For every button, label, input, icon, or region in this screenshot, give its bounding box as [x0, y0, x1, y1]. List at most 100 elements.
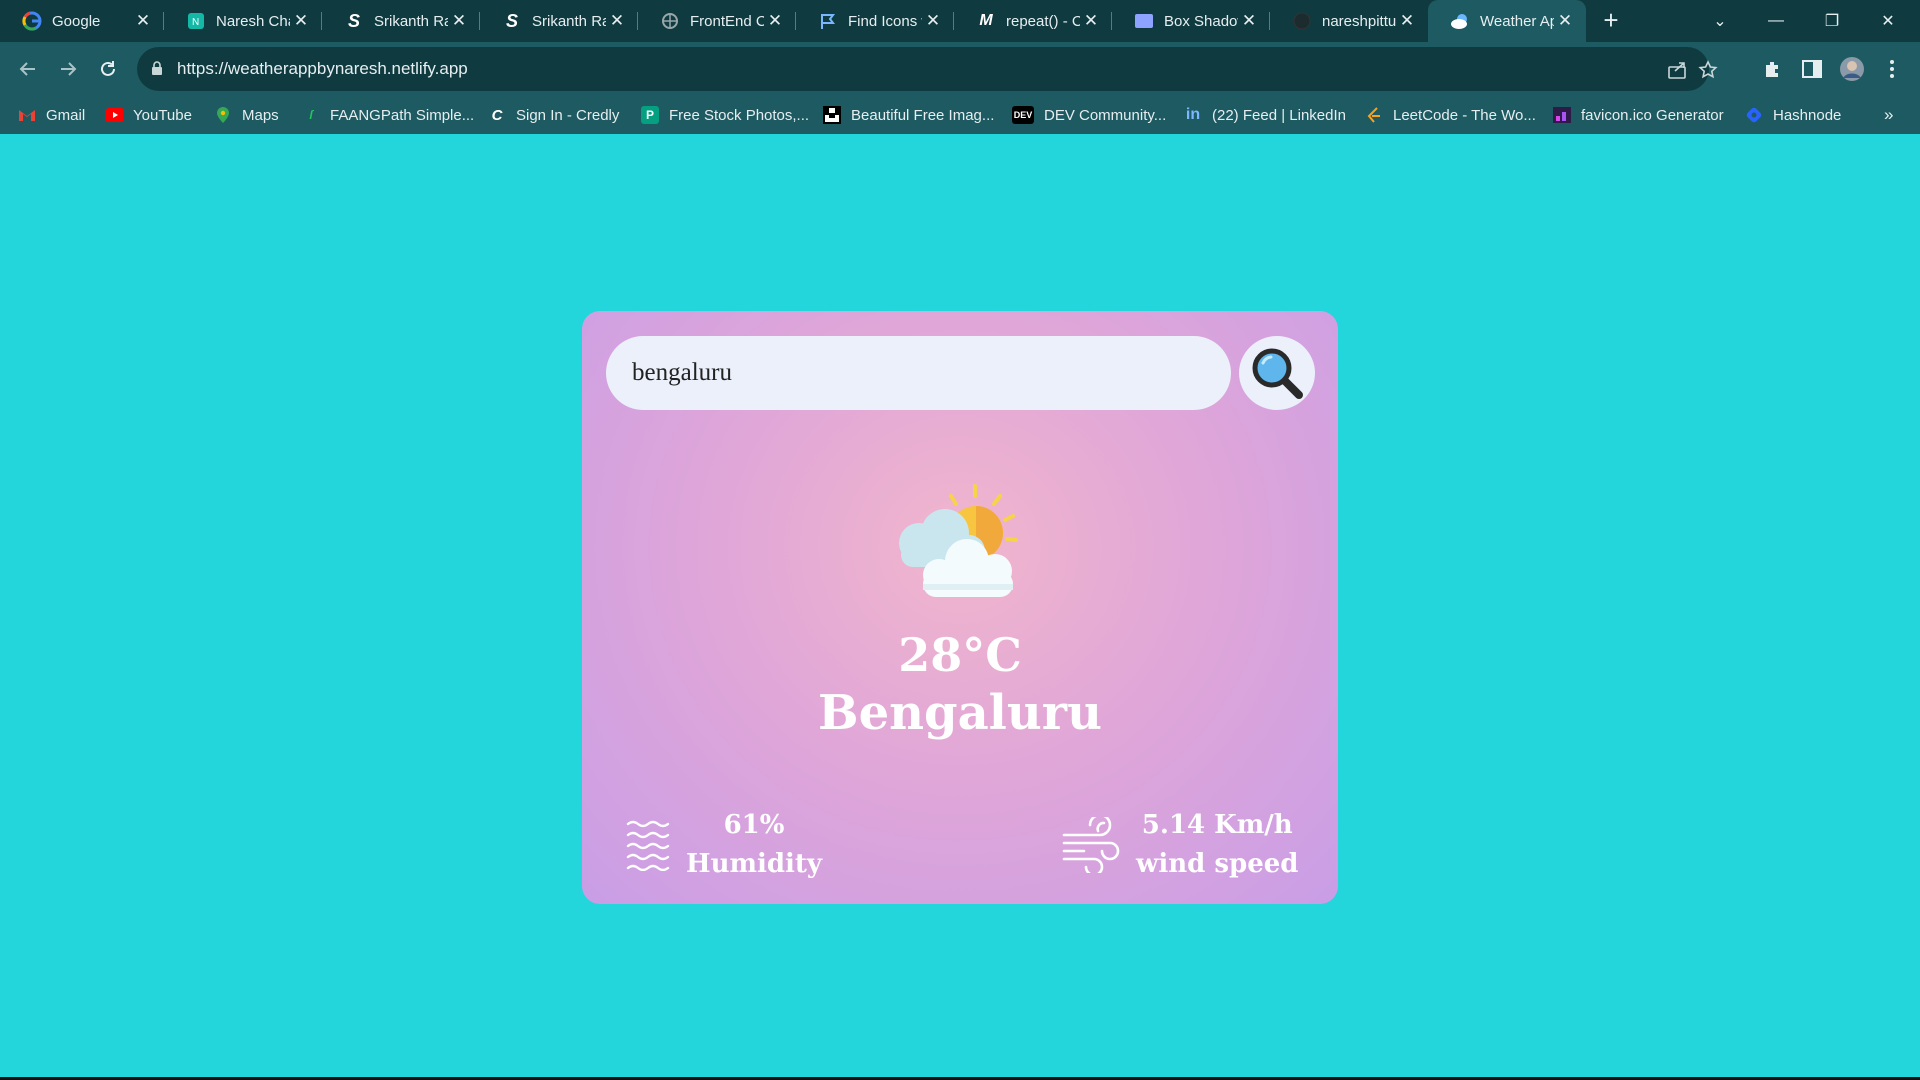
bookmark-pexels[interactable]: P Free Stock Photos,...	[641, 104, 809, 126]
address-bar[interactable]: https://weatherappbynaresh.netlify.app	[137, 47, 1718, 91]
minimize-button[interactable]: —	[1748, 0, 1804, 42]
bookmark-label: LeetCode - The Wo...	[1393, 106, 1536, 124]
extensions-icon[interactable]	[1759, 56, 1785, 82]
url-text[interactable]: https://weatherappbynaresh.netlify.app	[177, 59, 468, 79]
wind-value: 5.14 Km/h	[1141, 810, 1293, 840]
search-input[interactable]	[606, 336, 1231, 410]
youtube-icon	[105, 106, 123, 124]
tab-weather-app[interactable]: Weather App ✕	[1428, 0, 1586, 42]
humidity-value: 61%	[723, 810, 785, 840]
tab-frontend[interactable]: FrontEnd Code ✕	[638, 0, 796, 42]
close-icon[interactable]: ✕	[448, 10, 470, 32]
humidity-label: Humidity	[686, 849, 823, 879]
close-icon[interactable]: ✕	[922, 10, 944, 32]
share-icon[interactable]	[1666, 59, 1688, 81]
minimize-icon: —	[1768, 12, 1784, 29]
bookmark-faangpath[interactable]: ſ FAANGPath Simple...	[302, 104, 474, 126]
kebab-menu-icon[interactable]	[1879, 56, 1905, 82]
new-tab-button[interactable]: +	[1598, 7, 1624, 34]
bookmarks-bar: Gmail YouTube Maps ſ FAANGPath Simple...…	[0, 96, 1920, 134]
tab-title: nareshpittu	[1322, 12, 1396, 30]
bookmark-label: Beautiful Free Imag...	[851, 106, 995, 124]
linkedin-icon: in	[1185, 106, 1201, 123]
avatar[interactable]	[1839, 56, 1865, 82]
side-panel-icon[interactable]	[1799, 56, 1825, 82]
tab-search-button[interactable]: ⌄	[1692, 0, 1748, 42]
temperature: 28°C	[898, 628, 1022, 682]
close-window-button[interactable]: ✕	[1860, 0, 1916, 42]
tab-naresh[interactable]: N Naresh Chandra ✕	[164, 0, 322, 42]
humidity-icon	[626, 820, 670, 871]
close-icon[interactable]: ✕	[290, 10, 312, 32]
restore-button[interactable]: ❐	[1804, 0, 1860, 42]
lock-icon[interactable]	[151, 61, 163, 81]
bookmark-favicon[interactable]: favicon.ico Generator	[1553, 104, 1724, 126]
pexels-icon: P	[641, 106, 659, 124]
tab-title: Srikanth Ravi	[374, 12, 448, 30]
bookmark-label: Free Stock Photos,...	[669, 106, 810, 124]
tab-box-shadow[interactable]: Box Shadow ✕	[1112, 0, 1270, 42]
city-name: Bengaluru	[818, 685, 1102, 741]
partly-cloudy-icon	[899, 484, 1018, 597]
wind-text: 5.14 Km/h wind speed	[1136, 806, 1298, 884]
bookmark-label: FAANGPath Simple...	[330, 106, 475, 124]
tab-mdn[interactable]: M repeat() - CSS ✕	[954, 0, 1112, 42]
tab-google[interactable]: Google ✕	[0, 0, 164, 42]
restore-icon: ❐	[1824, 13, 1840, 30]
bookmark-linkedin[interactable]: in (22) Feed | LinkedIn	[1184, 104, 1346, 126]
tab-title: Srikanth Ravi	[532, 12, 606, 30]
close-icon[interactable]: ✕	[132, 10, 154, 32]
weather-tab-icon	[1450, 11, 1470, 31]
back-button[interactable]	[12, 53, 44, 85]
bookmark-leetcode[interactable]: LeetCode - The Wo...	[1365, 104, 1536, 126]
s-logo-icon: S	[505, 10, 518, 31]
dev-icon: DEV	[1012, 106, 1034, 124]
hashnode-icon	[1745, 106, 1763, 124]
browser-toolbar: https://weatherappbynaresh.netlify.app	[0, 42, 1920, 96]
humidity-text: 61% Humidity	[686, 806, 822, 884]
reload-button[interactable]	[92, 53, 124, 85]
bookmark-youtube[interactable]: YouTube	[105, 104, 192, 126]
bookmark-maps[interactable]: Maps	[214, 104, 279, 126]
tab-github[interactable]: nareshpittu ✕	[1270, 0, 1428, 42]
star-icon[interactable]	[1697, 59, 1719, 81]
faangpath-icon: ſ	[309, 108, 313, 122]
close-icon[interactable]: ✕	[1238, 10, 1260, 32]
forward-button[interactable]	[52, 53, 84, 85]
close-icon[interactable]: ✕	[606, 10, 628, 32]
tab-srikanth-2[interactable]: S Srikanth Ravi ✕	[480, 0, 638, 42]
wind-icon	[1062, 817, 1120, 873]
arrow-right-icon	[61, 62, 77, 76]
maps-icon	[214, 106, 232, 124]
github-icon	[1292, 11, 1312, 31]
chevron-down-icon: ⌄	[1713, 13, 1727, 30]
close-icon[interactable]: ✕	[1080, 10, 1102, 32]
bookmark-unsplash[interactable]: Beautiful Free Imag...	[823, 104, 994, 126]
unsplash-icon	[823, 106, 841, 124]
tab-title: Weather App	[1480, 12, 1554, 30]
credly-icon: C	[491, 106, 503, 124]
tab-find-icons[interactable]: Find Icons with ✕	[796, 0, 954, 42]
favicon-icon	[1553, 106, 1571, 124]
close-icon[interactable]: ✕	[1554, 10, 1576, 32]
close-icon[interactable]: ✕	[764, 10, 786, 32]
bookmarks-overflow-button[interactable]: »	[1884, 104, 1893, 126]
bookmark-credly[interactable]: C Sign In - Credly	[488, 104, 620, 126]
naresh-icon: N	[186, 11, 206, 31]
wind-label: wind speed	[1136, 849, 1299, 879]
svg-text:N: N	[192, 17, 199, 28]
bookmark-label: favicon.ico Generator	[1581, 106, 1724, 124]
bookmark-dev[interactable]: DEV DEV Community...	[1012, 104, 1166, 126]
bookmark-label: Maps	[242, 106, 279, 124]
close-icon[interactable]: ✕	[1396, 10, 1418, 32]
mdn-icon: M	[979, 12, 993, 29]
bookmark-label: YouTube	[133, 106, 192, 124]
bookmark-gmail[interactable]: Gmail	[18, 104, 85, 126]
tab-srikanth-1[interactable]: S Srikanth Ravi ✕	[322, 0, 480, 42]
bookmark-label: Gmail	[46, 106, 86, 124]
bookmark-hashnode[interactable]: Hashnode	[1745, 104, 1841, 126]
search-button[interactable]	[1239, 336, 1315, 410]
tab-title: Google	[52, 12, 101, 30]
bookmark-label: DEV Community...	[1044, 106, 1167, 124]
close-icon: ✕	[1881, 13, 1895, 30]
